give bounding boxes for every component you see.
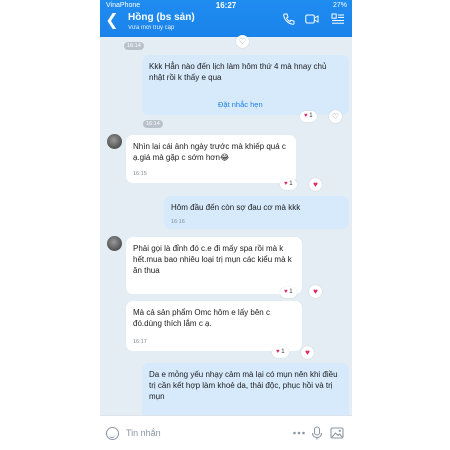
reaction-count[interactable]: ♥ 1: [280, 179, 297, 190]
contact-name[interactable]: Hồng (bs sản): [128, 12, 195, 23]
input-bar: [100, 415, 352, 450]
message-bubble-outgoing: Da e mỏng yếu nhạy cảm mà lại có mụn nên…: [142, 363, 349, 419]
heart-icon[interactable]: ♥: [301, 346, 314, 359]
zalo-chat-screen: VinaPhone 16:27 27% ❮ Hồng (bs sản) Vừa …: [100, 0, 352, 450]
message-text: Nhìn lại cái ảnh ngày trước mà khiếp quá…: [133, 142, 286, 162]
message-bubble-incoming: Mà cả sản phẩm Omc hôm e lấy bên c đó.dù…: [126, 301, 302, 351]
emoji-icon[interactable]: [106, 427, 119, 440]
heart-icon[interactable]: ♡: [329, 110, 342, 123]
message-time: 16:16: [171, 219, 185, 225]
message-text: Mà cả sản phẩm Omc hôm e lấy bên c đó.dù…: [133, 308, 270, 328]
message-bubble-outgoing: Hôm đầu đến còn sợ đau cơ mà kkk 16:16: [164, 196, 349, 229]
screenshot: VinaPhone 16:27 27% ❮ Hồng (bs sản) Vừa …: [0, 0, 450, 450]
heart-icon: ♥: [276, 349, 280, 355]
avatar[interactable]: [107, 134, 122, 149]
microphone-icon[interactable]: [310, 426, 324, 440]
chevron-left-icon: ❮: [105, 12, 119, 29]
message-time: 16:15: [133, 171, 147, 177]
more-icon[interactable]: [292, 426, 306, 440]
message-timestamp: 16:14: [143, 120, 163, 128]
reaction-count[interactable]: ♥ 1: [280, 287, 297, 298]
heart-icon: ♥: [284, 289, 288, 295]
status-time: 16:27: [215, 1, 237, 10]
reaction-number: 1: [289, 289, 293, 295]
chat-area[interactable]: 16:14 ♡ Kkk Hẳn nào đến lịch làm hôm thứ…: [100, 35, 352, 419]
message-bubble-incoming: Phải gọi là đỉnh đó c.e đi mấy spa rồi m…: [126, 237, 302, 294]
heart-icon[interactable]: ♥: [309, 285, 322, 298]
reaction-number: 1: [281, 349, 285, 355]
message-bubble-incoming: Nhìn lại cái ảnh ngày trước mà khiếp quá…: [126, 135, 296, 183]
menu-icon[interactable]: [331, 13, 345, 25]
message-time: 16:17: [133, 339, 147, 345]
reaction-count[interactable]: ♥ 1: [272, 347, 289, 358]
reaction-number: 1: [309, 113, 313, 119]
heart-icon[interactable]: ♡: [236, 35, 249, 48]
heart-icon: ♥: [284, 181, 288, 187]
message-input[interactable]: [126, 425, 246, 441]
image-icon[interactable]: [330, 426, 344, 440]
message-text: Da e mỏng yếu nhạy cảm mà lại có mụn nên…: [149, 370, 338, 401]
back-button[interactable]: ❮: [104, 12, 120, 30]
reaction-count[interactable]: ♥ 1: [300, 111, 317, 122]
heart-icon[interactable]: ♥: [309, 178, 322, 191]
message-timestamp: 16:14: [124, 42, 144, 50]
reaction-number: 1: [289, 181, 293, 187]
battery-label: 27%: [332, 2, 347, 9]
contact-status: Vừa mới truy cập: [128, 25, 175, 31]
heart-icon: ♥: [304, 113, 308, 119]
avatar[interactable]: [107, 236, 122, 251]
set-reminder-link[interactable]: Đặt nhắc hẹn: [218, 100, 263, 109]
video-call-icon[interactable]: [305, 13, 319, 25]
header-bar: VinaPhone 16:27 27% ❮ Hồng (bs sản) Vừa …: [100, 0, 352, 37]
phone-icon[interactable]: [282, 13, 296, 25]
message-text: Kkk Hẳn nào đến lịch làm hôm thứ 4 mà hn…: [149, 62, 327, 82]
message-text: Phải gọi là đỉnh đó c.e đi mấy spa rồi m…: [133, 244, 292, 275]
message-text: Hôm đầu đến còn sợ đau cơ mà kkk: [171, 203, 301, 212]
